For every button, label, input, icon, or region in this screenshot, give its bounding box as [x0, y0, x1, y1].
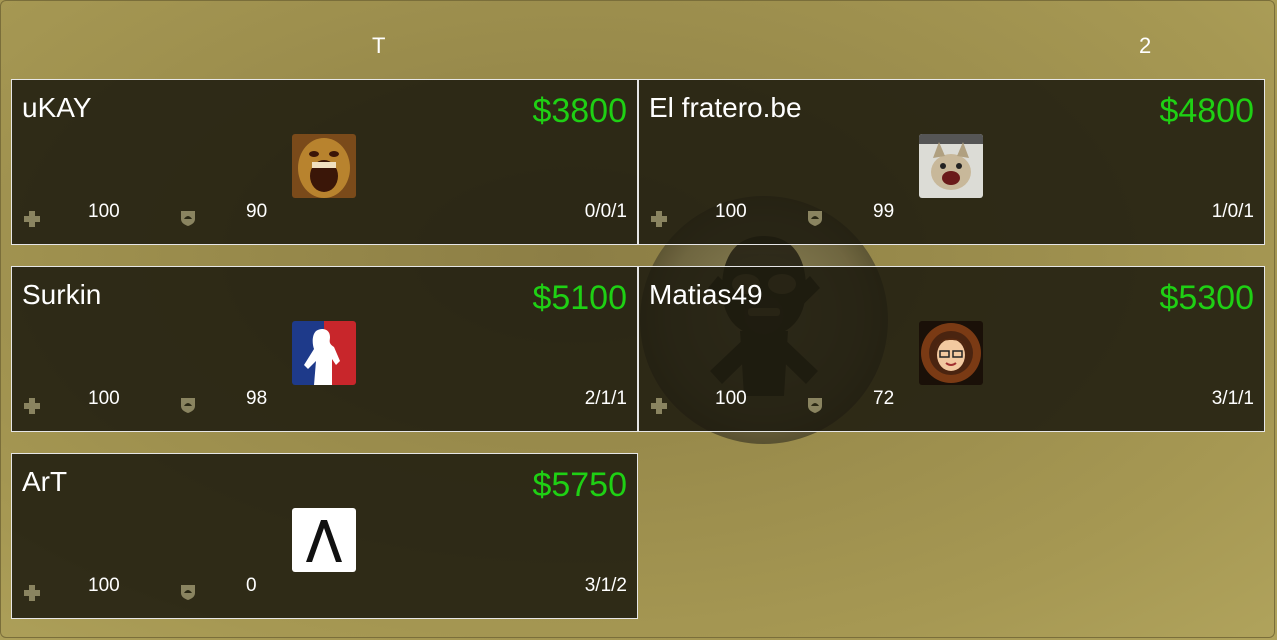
player-money: $5750: [532, 466, 627, 504]
player-name: Surkin: [22, 279, 102, 310]
player-kda: 3/1/2: [584, 575, 627, 596]
player-name: uKAY: [22, 92, 92, 123]
player-card[interactable]: uKAY $3800 100 90 0/0/1: [11, 79, 638, 245]
player-kda: 2/1/1: [584, 388, 627, 409]
armor-shield-icon: [808, 398, 822, 413]
player-name: El fratero.be: [649, 92, 802, 123]
player-health: 100: [715, 201, 747, 222]
player-money: $3800: [532, 92, 627, 130]
player-money: $4800: [1159, 92, 1254, 130]
player-health: 100: [88, 575, 120, 596]
player-health: 100: [88, 388, 120, 409]
player-avatar: [919, 321, 983, 385]
player-name: Matias49: [649, 279, 763, 310]
league-logo-avatar-icon: [292, 321, 356, 385]
screaming-mask-avatar-icon: [292, 134, 356, 198]
player-health: 100: [88, 201, 120, 222]
player-card[interactable]: ArT $5750 100 0 3/1/2: [11, 453, 638, 619]
player-card[interactable]: Matias49 $5300 100 72 3/1/1: [638, 266, 1265, 432]
lambda-avatar-icon: [292, 508, 356, 572]
score-label: 2: [1139, 33, 1152, 58]
player-armor: 90: [246, 201, 268, 222]
player-armor: 98: [246, 388, 268, 409]
player-name: ArT: [22, 466, 68, 497]
player-armor: 0: [246, 575, 257, 596]
player-money: $5100: [532, 279, 627, 317]
player-kda: 3/1/1: [1211, 388, 1254, 409]
health-cross-icon: [24, 398, 40, 414]
player-kda: 0/0/1: [584, 201, 627, 222]
player-money: $5300: [1159, 279, 1254, 317]
team-label: T: [372, 33, 386, 58]
armor-shield-icon: [181, 585, 195, 600]
health-cross-icon: [651, 398, 667, 414]
health-cross-icon: [24, 211, 40, 227]
angry-cat-avatar-icon: [919, 134, 983, 198]
player-health: 100: [715, 388, 747, 409]
player-avatar: [292, 134, 356, 198]
health-cross-icon: [651, 211, 667, 227]
player-armor: 72: [873, 388, 895, 409]
player-card[interactable]: Surkin $5100 100 98 2/1/1: [11, 266, 638, 432]
armor-shield-icon: [181, 398, 195, 413]
player-kda: 1/0/1: [1211, 201, 1254, 222]
player-avatar: [292, 508, 356, 572]
player-armor: 99: [873, 201, 895, 222]
player-avatar: [292, 321, 356, 385]
player-avatar: [919, 134, 983, 198]
armor-shield-icon: [808, 211, 822, 226]
player-card[interactable]: El fratero.be $4800 100 99 1/0/1: [638, 79, 1265, 245]
health-cross-icon: [24, 585, 40, 601]
armor-shield-icon: [181, 211, 195, 226]
cartoon-face-avatar-icon: [919, 321, 983, 385]
